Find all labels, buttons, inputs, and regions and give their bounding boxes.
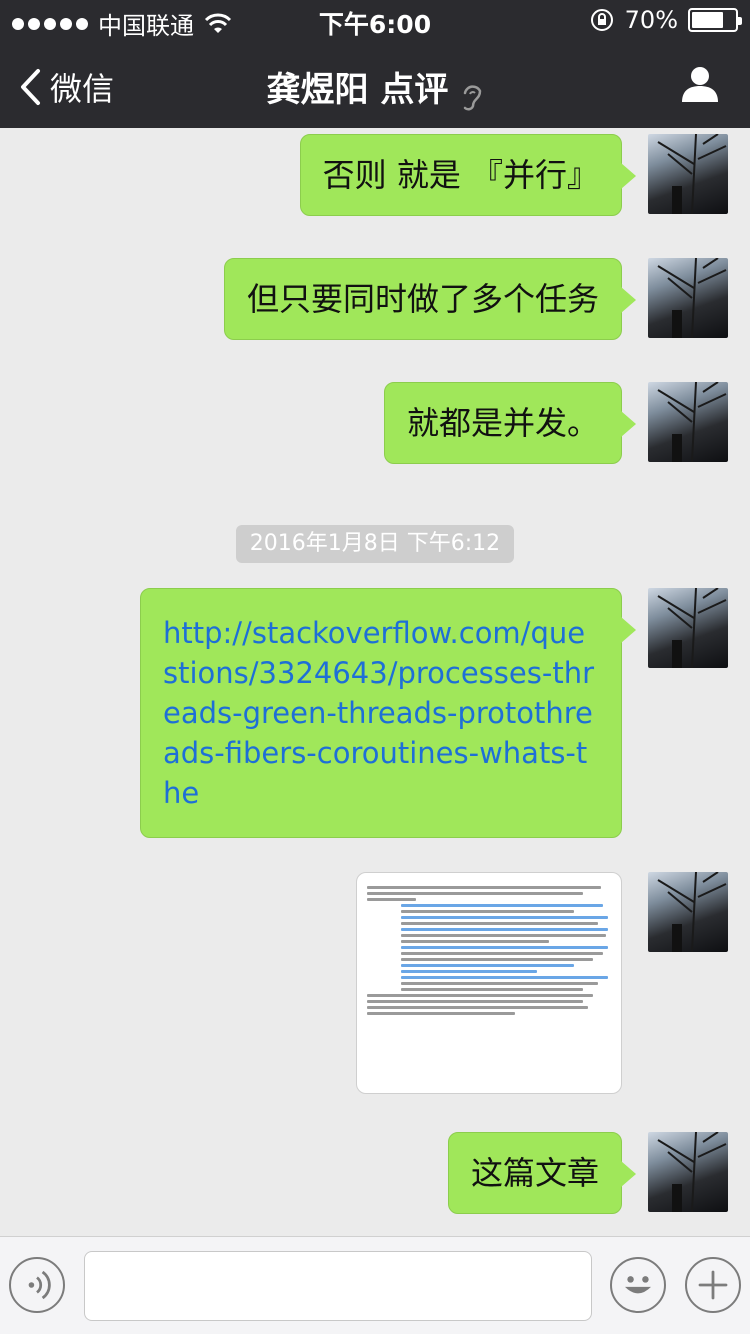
input-bar bbox=[0, 1236, 750, 1334]
avatar[interactable] bbox=[648, 382, 728, 462]
message-input[interactable] bbox=[84, 1251, 592, 1321]
emoji-icon[interactable] bbox=[610, 1257, 666, 1313]
status-bar: 中国联通 下午6:00 70% bbox=[0, 0, 750, 40]
message-row: 但只要同时做了多个任务 bbox=[223, 258, 728, 340]
message-bubble[interactable]: 就都是并发。 bbox=[383, 382, 637, 464]
message-bubble[interactable]: 否则 就是 『并行』 bbox=[299, 134, 637, 216]
ear-icon bbox=[464, 84, 482, 110]
battery-percent: 70% bbox=[624, 6, 678, 34]
message-text: 这篇文章 bbox=[470, 1154, 599, 1192]
avatar[interactable] bbox=[648, 872, 728, 952]
message-row: 否则 就是 『并行』 bbox=[299, 134, 728, 216]
avatar[interactable] bbox=[648, 258, 728, 338]
nav-title-wrap: 龚煜阳 点评 bbox=[0, 62, 750, 113]
plus-icon[interactable] bbox=[685, 1257, 741, 1313]
link-bubble[interactable]: http://stackoverflow.com/questions/33246… bbox=[140, 588, 636, 838]
status-right: 70% bbox=[589, 6, 742, 34]
nav-bar: 微信 龚煜阳 点评 bbox=[0, 40, 750, 128]
timestamp-divider: 2016年1月8日 下午6:12 bbox=[236, 525, 514, 563]
link-text[interactable]: http://stackoverflow.com/questions/33246… bbox=[141, 589, 621, 837]
avatar[interactable] bbox=[648, 134, 728, 214]
message-text: 但只要同时做了多个任务 bbox=[246, 280, 599, 318]
battery-icon bbox=[688, 8, 742, 32]
voice-icon[interactable] bbox=[9, 1257, 65, 1313]
avatar[interactable] bbox=[648, 1132, 728, 1212]
image-message[interactable] bbox=[356, 872, 622, 1094]
avatar[interactable] bbox=[648, 588, 728, 668]
message-bubble[interactable]: 这篇文章 bbox=[447, 1132, 637, 1214]
message-row: 这篇文章 bbox=[447, 1132, 728, 1214]
person-icon[interactable] bbox=[680, 64, 720, 104]
message-row: 就都是并发。 bbox=[383, 382, 728, 464]
message-text: 否则 就是 『并行』 bbox=[322, 156, 599, 194]
screenshot-thumbnail bbox=[367, 883, 613, 1018]
chat-title: 龚煜阳 点评 bbox=[266, 70, 449, 110]
message-row: http://stackoverflow.com/questions/33246… bbox=[140, 588, 728, 838]
message-bubble[interactable]: 但只要同时做了多个任务 bbox=[223, 258, 637, 340]
message-row bbox=[356, 872, 728, 1094]
header: 中国联通 下午6:00 70% 微信 龚煜阳 点评 bbox=[0, 0, 750, 128]
rotation-lock-icon bbox=[590, 9, 613, 31]
message-text: 就都是并发。 bbox=[406, 404, 599, 442]
